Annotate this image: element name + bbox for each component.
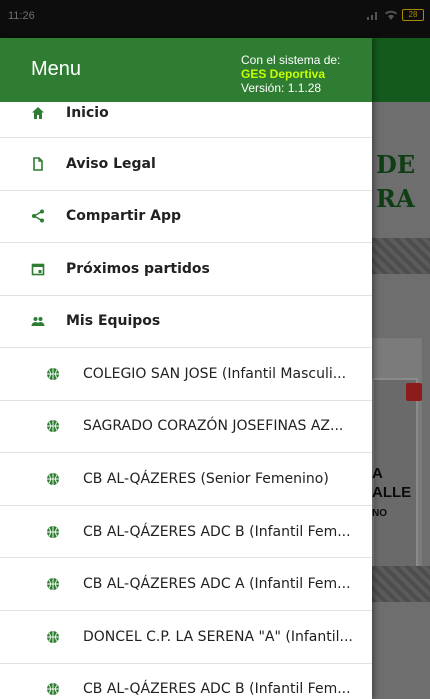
menu-item-inicio[interactable]: Inicio: [0, 102, 372, 138]
group-icon: [31, 314, 45, 328]
drawer-title: Menu: [31, 58, 82, 80]
team-list-item[interactable]: SAGRADO CORAZÓN JOSEFINAS AZ...: [0, 401, 372, 454]
app-version: Versión: 1.1.28: [241, 81, 322, 95]
menu-item-label: Compartir App: [66, 208, 182, 225]
menu-item-mis-equipos[interactable]: Mis Equipos: [0, 296, 372, 348]
background-app-bar: [372, 38, 430, 102]
team-name: CB AL-QÁZERES ADC A (Infantil Fem...: [83, 576, 351, 593]
basketball-icon: [46, 525, 60, 539]
background-team-badge: [372, 378, 418, 588]
basketball-icon: [46, 419, 60, 433]
team-list-item[interactable]: DONCEL C.P. LA SERENA "A" (Infantil...: [0, 611, 372, 664]
background-card-line2: ALLE: [372, 484, 412, 501]
drawer-header: Menu Con el sistema de: GES Deportiva Ve…: [0, 38, 372, 102]
background-band-bottom: [372, 566, 430, 602]
team-list-item[interactable]: COLEGIO SAN JOSE (Infantil Masculi...: [0, 348, 372, 401]
team-name: DONCEL C.P. LA SERENA "A" (Infantil...: [83, 628, 353, 645]
menu-item-aviso-legal[interactable]: Aviso Legal: [0, 138, 372, 191]
basketball-icon: [46, 630, 60, 644]
signal-icon: [367, 12, 377, 20]
menu-item-label: Próximos partidos: [66, 260, 210, 277]
status-bar: 11:26 28: [0, 0, 430, 38]
team-list-item[interactable]: CB AL-QÁZERES ADC B (Infantil Fem...: [0, 664, 372, 699]
basketball-icon: [46, 472, 60, 486]
background-card-line3: NO: [372, 508, 387, 519]
basketball-icon: [46, 577, 60, 591]
menu-item-label: Inicio: [66, 105, 109, 121]
team-name: CB AL-QÁZERES (Senior Femenino): [83, 470, 329, 487]
menu-item-label: Mis Equipos: [66, 313, 161, 330]
share-icon: [31, 209, 45, 223]
basketball-icon: [46, 367, 60, 381]
document-icon: [31, 156, 45, 171]
navigation-drawer: Menu Con el sistema de: GES Deportiva Ve…: [0, 38, 372, 699]
calendar-icon: [31, 262, 45, 276]
background-card-line1: A: [372, 465, 383, 482]
background-band-top: [372, 238, 430, 274]
background-title: DE RA: [376, 150, 416, 213]
team-list-item[interactable]: CB AL-QÁZERES ADC B (Infantil Fem...: [0, 506, 372, 559]
trash-icon: [406, 383, 422, 401]
system-line: Con el sistema de:: [241, 53, 341, 67]
home-icon: [31, 106, 45, 120]
system-info: Con el sistema de: GES Deportiva Versión…: [241, 53, 340, 95]
basketball-icon: [46, 682, 60, 696]
background-app[interactable]: DE RA A ALLE NO: [372, 38, 430, 699]
menu-item-label: Aviso Legal: [66, 155, 156, 172]
team-name: CB AL-QÁZERES ADC B (Infantil Fem...: [83, 523, 351, 540]
status-time: 11:26: [8, 10, 35, 22]
team-name: SAGRADO CORAZÓN JOSEFINAS AZ...: [83, 418, 344, 435]
system-brand: GES Deportiva: [241, 67, 326, 81]
wifi-icon: [385, 10, 397, 20]
menu-item-compartir-app[interactable]: Compartir App: [0, 191, 372, 243]
team-list-item[interactable]: CB AL-QÁZERES (Senior Femenino): [0, 453, 372, 506]
team-name: CB AL-QÁZERES ADC B (Infantil Fem...: [83, 681, 351, 698]
team-list-item[interactable]: CB AL-QÁZERES ADC A (Infantil Fem...: [0, 558, 372, 611]
battery-icon: 28: [402, 9, 424, 21]
menu-item-proximos-partidos[interactable]: Próximos partidos: [0, 243, 372, 296]
team-list: COLEGIO SAN JOSE (Infantil Masculi... SAG…: [0, 348, 372, 699]
team-name: COLEGIO SAN JOSE (Infantil Masculi...: [83, 365, 347, 382]
